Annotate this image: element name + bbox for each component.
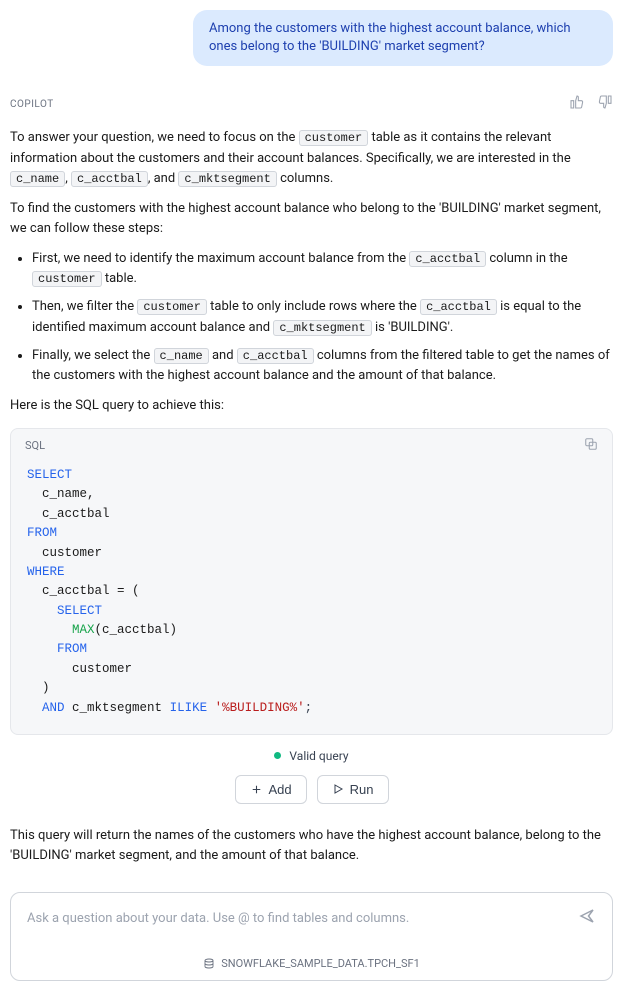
code-token-c-name: c_name: [10, 171, 65, 187]
paragraph: This query will return the names of the …: [10, 826, 613, 866]
steps-list: First, we need to identify the maximum a…: [10, 249, 613, 386]
send-icon[interactable]: [578, 907, 596, 929]
query-status: Valid query: [10, 749, 613, 763]
list-item: Then, we filter the customer table to on…: [32, 297, 613, 337]
thumbs-down-icon[interactable]: [597, 94, 613, 114]
add-button-label: Add: [269, 782, 292, 797]
code-token-c-acctbal: c_acctbal: [237, 348, 314, 364]
code-token-c-acctbal: c_acctbal: [71, 171, 148, 187]
plus-icon: [250, 783, 263, 796]
copilot-answer: To answer your question, we need to focu…: [10, 128, 613, 866]
play-icon: [332, 783, 344, 795]
thumbs-up-icon[interactable]: [569, 94, 585, 114]
user-message-bubble: Among the customers with the highest acc…: [193, 10, 613, 66]
paragraph: To find the customers with the highest a…: [10, 199, 613, 239]
sql-code: SELECT c_name, c_acctbal FROM customer W…: [11, 462, 612, 734]
code-token-customer: customer: [299, 130, 369, 146]
code-header: SQL: [11, 429, 612, 462]
run-button-label: Run: [350, 782, 374, 797]
data-source-label: SNOWFLAKE_SAMPLE_DATA.TPCH_SF1: [221, 957, 420, 970]
status-text: Valid query: [289, 749, 348, 763]
database-icon: [203, 958, 215, 970]
chat-input-placeholder: Ask a question about your data. Use @ to…: [27, 911, 409, 926]
code-token-customer: customer: [137, 299, 207, 315]
code-token-customer: customer: [32, 271, 102, 287]
list-item: First, we need to identify the maximum a…: [32, 249, 613, 289]
status-dot-icon: [274, 752, 281, 759]
sql-code-block: SQL SELECT c_name, c_acctbal FROM custom…: [10, 428, 613, 735]
list-item: Finally, we select the c_name and c_acct…: [32, 346, 613, 386]
action-buttons: Add Run: [10, 775, 613, 804]
feedback-buttons: [569, 94, 613, 114]
code-token-c-acctbal: c_acctbal: [420, 299, 497, 315]
code-language-label: SQL: [25, 439, 45, 452]
paragraph: To answer your question, we need to focu…: [10, 128, 613, 188]
code-token-c-mktsegment: c_mktsegment: [273, 320, 371, 336]
data-source-footer: SNOWFLAKE_SAMPLE_DATA.TPCH_SF1: [27, 957, 596, 970]
add-button[interactable]: Add: [235, 775, 307, 804]
copilot-label: COPILOT: [10, 99, 54, 110]
chat-input-box[interactable]: Ask a question about your data. Use @ to…: [10, 892, 613, 981]
copy-icon[interactable]: [584, 437, 598, 454]
paragraph: Here is the SQL query to achieve this:: [10, 396, 613, 416]
code-token-c-name: c_name: [154, 348, 209, 364]
code-token-c-mktsegment: c_mktsegment: [178, 171, 276, 187]
run-button[interactable]: Run: [317, 775, 389, 804]
code-token-c-acctbal: c_acctbal: [409, 251, 486, 267]
response-header: COPILOT: [10, 94, 613, 114]
